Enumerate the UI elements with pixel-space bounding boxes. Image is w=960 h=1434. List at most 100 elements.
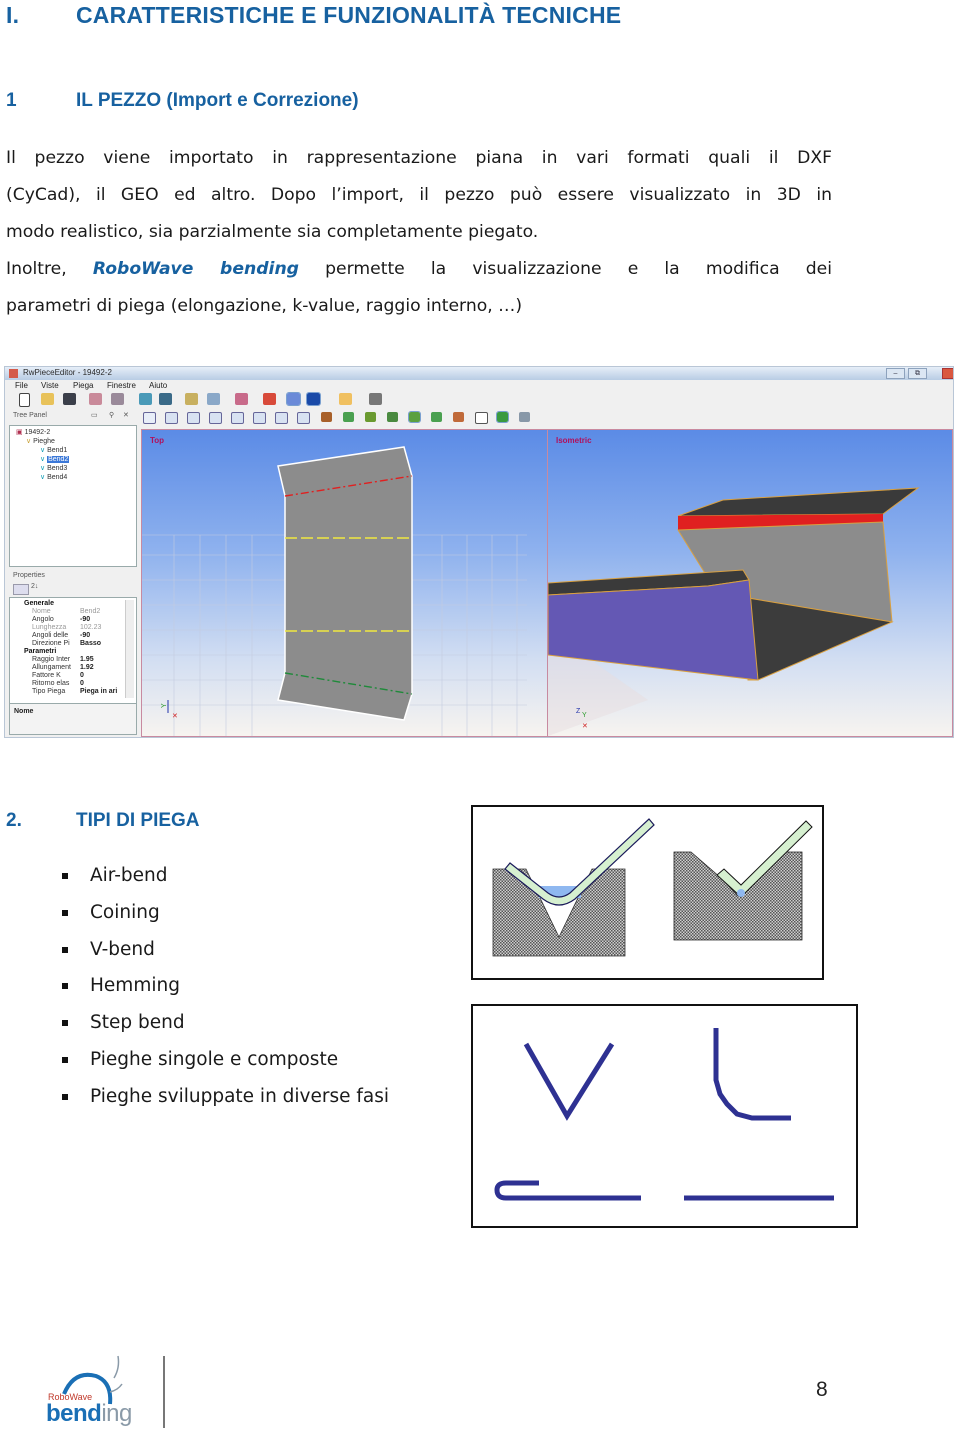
fold-partial-icon[interactable]	[286, 392, 301, 406]
bend-v-icon[interactable]	[139, 393, 152, 405]
view-toolbar	[141, 410, 530, 426]
bent-part-3d-drawing: Z Y ✕	[548, 487, 920, 736]
property-row[interactable]: Raggio Inter 1.95	[24, 656, 128, 664]
section2-number: 2.	[6, 810, 22, 831]
properties-scrollbar[interactable]	[125, 600, 134, 698]
property-row[interactable]: Ritorno elas 0	[24, 680, 128, 688]
settings-gear-icon[interactable]	[369, 393, 382, 405]
sort-alpha-icon[interactable]: 2↓	[31, 583, 38, 590]
view-split-vertical-icon[interactable]	[165, 412, 178, 424]
svg-text:Y: Y	[582, 712, 587, 719]
view-grid-icon[interactable]	[297, 412, 310, 424]
flat-part	[277, 446, 413, 721]
menu-aiuto[interactable]: Aiuto	[149, 381, 167, 390]
viewport-isometric[interactable]: Isometric Z Y ✕	[547, 429, 953, 737]
svg-text:Y: Y	[161, 703, 168, 708]
fold-full-icon[interactable]	[306, 392, 321, 406]
bullet-icon	[62, 873, 68, 879]
cube-right-icon[interactable]	[431, 412, 442, 422]
paragraph-line: Il pezzo viene importato in rappresentaz…	[6, 148, 832, 168]
property-row[interactable]: Fattore K0	[24, 672, 128, 680]
list-item: Pieghe singole e composte	[62, 1042, 389, 1079]
view-three-icon[interactable]	[209, 412, 222, 424]
panel-pin-icon[interactable]: ⚲	[109, 411, 114, 419]
bend-all-icon[interactable]	[263, 393, 276, 405]
property-category: Generale	[24, 600, 54, 607]
property-row[interactable]: Nome Bend2	[24, 608, 128, 616]
paragraph-line-brand: Inoltre, RoboWave bending permette la vi…	[6, 251, 832, 288]
list-item: V-bend	[62, 932, 389, 969]
cube-top-icon[interactable]	[343, 412, 354, 422]
close-button[interactable]	[942, 368, 953, 379]
new-file-icon[interactable]	[19, 393, 30, 407]
property-row[interactable]: Angolo -90	[24, 616, 128, 624]
view-top-split-icon[interactable]	[253, 412, 266, 424]
svg-text:✕: ✕	[582, 723, 588, 730]
tree-item-bend2[interactable]: ∨ Bend2	[40, 455, 70, 463]
bullet-icon	[62, 1093, 68, 1100]
properties-panel-title: Properties	[13, 572, 45, 579]
paragraph-line: modo realistico, sia parzialmente sia co…	[6, 222, 539, 242]
bend-die-icon[interactable]	[159, 393, 172, 405]
tree-panel: ▣ 19492-2 ∨ Pieghe ∨ Bend1 ∨ Bend2 ∨ Ben…	[9, 425, 137, 567]
menu-file[interactable]: File	[15, 381, 28, 390]
view-single-icon[interactable]	[143, 412, 156, 424]
air-bend-diagram	[492, 818, 655, 957]
cube-iso-active-icon[interactable]	[408, 411, 421, 423]
section2-title: TIPI DI PIEGA	[76, 810, 200, 831]
app-icon	[9, 369, 18, 378]
main-heading-title: CARATTERISTICHE E FUNZIONALITÀ TECNICHE	[76, 2, 622, 28]
top-flange	[677, 487, 920, 517]
view-four-icon[interactable]	[231, 412, 244, 424]
menu-finestre[interactable]: Finestre	[107, 381, 136, 390]
coining-diagram	[673, 820, 813, 941]
svg-text:Z: Z	[576, 708, 581, 715]
bend-center-icon[interactable]	[207, 393, 220, 405]
shaded-icon[interactable]	[496, 411, 509, 423]
tree-item-bend1[interactable]: ∨ Bend1	[40, 446, 67, 454]
cube-front-icon[interactable]	[321, 412, 332, 422]
main-heading-number: I.	[6, 2, 20, 28]
import-piece-icon[interactable]	[89, 393, 102, 405]
tree-root[interactable]: ▣ 19492-2	[16, 428, 50, 436]
property-row[interactable]: Lunghezza 102.23	[24, 624, 128, 632]
categorized-view-icon[interactable]	[13, 584, 29, 595]
view-split-horizontal-icon[interactable]	[187, 412, 200, 424]
property-row[interactable]: Direzione Pi Basso	[24, 640, 128, 648]
property-row[interactable]: Allungament 1.92	[24, 664, 128, 672]
section1-heading: 1 IL PEZZO (Import e Correzione)	[6, 90, 359, 112]
viewport-top[interactable]: Top Y ✕	[141, 429, 551, 737]
cube-iso-icon[interactable]	[387, 412, 398, 422]
dual-view-icon[interactable]	[519, 412, 530, 422]
list-item: Coining	[62, 895, 389, 932]
panel-close-icon[interactable]: ✕	[123, 411, 129, 419]
restore-button[interactable]: ⧉	[908, 368, 927, 379]
section1-paragraph: Il pezzo viene importato in rappresentaz…	[6, 140, 832, 325]
cube-back-icon[interactable]	[453, 412, 464, 422]
menu-piega[interactable]: Piega	[73, 381, 93, 390]
bullet-icon	[62, 909, 68, 916]
bend-types-list: Air-bend Coining V-bend Hemming Step ben…	[62, 858, 389, 1116]
page-number: 8	[816, 1378, 828, 1401]
paragraph-prefix: Inoltre,	[6, 259, 67, 279]
minimize-button[interactable]: –	[886, 368, 905, 379]
unfold-icon[interactable]	[235, 393, 248, 405]
view-bottom-split-icon[interactable]	[275, 412, 288, 424]
panel-float-icon[interactable]: ▭	[91, 411, 98, 419]
export-piece-icon[interactable]	[111, 393, 124, 405]
wireframe-icon[interactable]	[475, 412, 488, 424]
open-folder-icon[interactable]	[41, 393, 54, 405]
save-icon[interactable]	[63, 393, 76, 405]
tree-item-bend3[interactable]: ∨ Bend3	[40, 464, 67, 472]
menu-viste[interactable]: Viste	[41, 381, 59, 390]
property-row[interactable]: Angoli delle -90	[24, 632, 128, 640]
bend-lines-icon[interactable]	[185, 393, 198, 405]
tree-item-bend4[interactable]: ∨ Bend4	[40, 473, 67, 481]
cube-side-icon[interactable]	[365, 412, 376, 422]
list-item: Air-bend	[62, 858, 389, 895]
profile-icon[interactable]	[339, 393, 352, 405]
property-row[interactable]: Tipo Piega Piega in ari	[24, 688, 128, 696]
tree-group-pieghe[interactable]: ∨ Pieghe	[26, 437, 55, 445]
axis-triad: Y ✕	[161, 700, 178, 720]
tree-panel-title: Tree Panel	[13, 412, 47, 419]
